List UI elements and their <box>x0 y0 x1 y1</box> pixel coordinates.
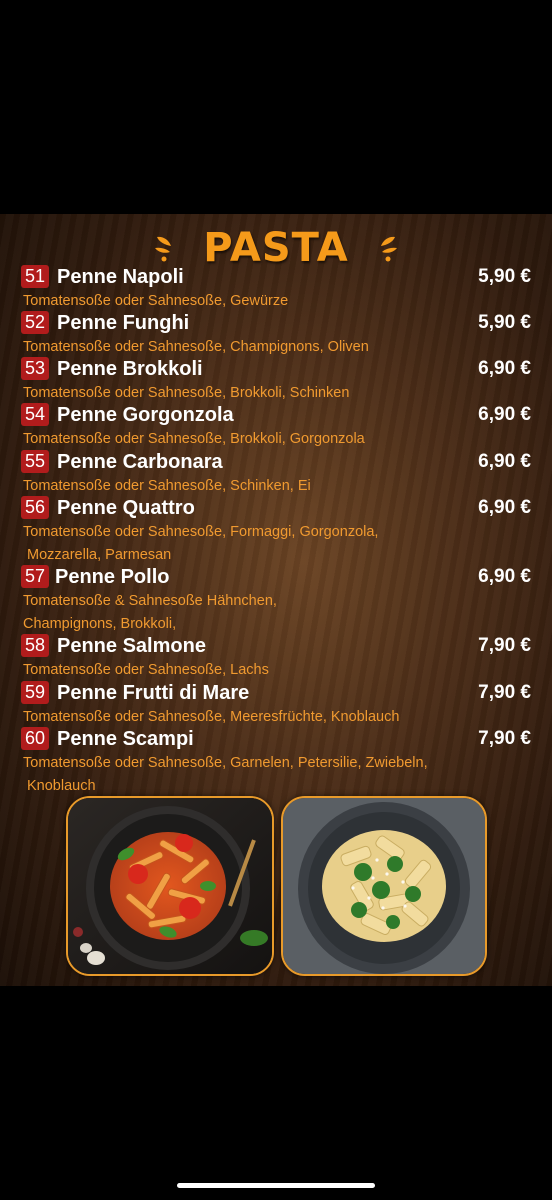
item-name: Penne Funghi <box>57 312 190 334</box>
item-description: Knoblauch <box>27 778 96 794</box>
item-price: 5,90 € <box>478 266 531 287</box>
item-name: Penne Scampi <box>57 728 194 750</box>
item-description: Tomatensoße oder Sahnesoße, Brokkoli, Go… <box>23 431 365 447</box>
menu-item: 53 Penne Brokkoli 6,90 € Tomatensoße ode… <box>0 356 552 405</box>
item-number-badge: 54 <box>21 403 49 426</box>
item-price: 6,90 € <box>478 404 531 425</box>
item-number-badge: 60 <box>21 727 49 750</box>
menu-item: 55 Penne Carbonara 6,90 € Tomatensoße od… <box>0 449 552 498</box>
item-number-badge: 57 <box>21 565 49 588</box>
home-indicator[interactable] <box>177 1183 375 1188</box>
menu-item: 58 Penne Salmone 7,90 € Tomatensoße oder… <box>0 633 552 682</box>
splash-left-icon <box>155 236 172 262</box>
item-price: 6,90 € <box>478 497 531 518</box>
item-number-badge: 52 <box>21 311 49 334</box>
item-description: Tomatensoße & Sahnesoße Hähnchen, <box>23 593 277 609</box>
menu-item: 60 Penne Scampi 7,90 € Tomatensoße oder … <box>0 726 552 798</box>
item-price: 7,90 € <box>478 728 531 749</box>
item-name: Penne Brokkoli <box>57 358 203 380</box>
item-number-badge: 59 <box>21 681 49 704</box>
item-price: 6,90 € <box>478 358 531 379</box>
penne-broccoli-cream-photo <box>281 796 487 976</box>
menu-item: 54 Penne Gorgonzola 6,90 € Tomatensoße o… <box>0 402 552 451</box>
item-name: Penne Napoli <box>57 266 184 288</box>
item-description: Tomatensoße oder Sahnesoße, Garnelen, Pe… <box>23 755 428 771</box>
item-name: Penne Carbonara <box>57 451 223 473</box>
item-price: 6,90 € <box>478 566 531 587</box>
menu-item: 57 Penne Pollo 6,90 € Tomatensoße & Sahn… <box>0 564 552 636</box>
menu-item: 56 Penne Quattro 6,90 € Tomatensoße oder… <box>0 495 552 567</box>
item-name: Penne Salmone <box>57 635 206 657</box>
item-number-badge: 56 <box>21 496 49 519</box>
item-name: Penne Gorgonzola <box>57 404 234 426</box>
item-name: Penne Frutti di Mare <box>57 682 250 704</box>
item-name: Penne Pollo <box>55 566 170 588</box>
item-number-badge: 51 <box>21 265 49 288</box>
menu-item: 52 Penne Funghi 5,90 € Tomatensoße oder … <box>0 310 552 359</box>
item-price: 7,90 € <box>478 682 531 703</box>
item-description: Tomatensoße oder Sahnesoße, Formaggi, Go… <box>23 524 379 540</box>
item-name: Penne Quattro <box>57 497 195 519</box>
item-number-badge: 55 <box>21 450 49 473</box>
item-price: 5,90 € <box>478 312 531 333</box>
splash-right-icon <box>380 236 397 262</box>
penne-tomato-photo <box>66 796 274 976</box>
menu-card: PASTA 51 Penne Napoli 5,90 € Tomatensoße… <box>0 214 552 986</box>
menu-item: 51 Penne Napoli 5,90 € Tomatensoße oder … <box>0 264 552 313</box>
item-description: Tomatensoße oder Sahnesoße, Lachs <box>23 662 269 678</box>
item-number-badge: 58 <box>21 634 49 657</box>
item-number-badge: 53 <box>21 357 49 380</box>
item-price: 7,90 € <box>478 635 531 656</box>
menu-item: 59 Penne Frutti di Mare 7,90 € Tomatenso… <box>0 680 552 729</box>
item-price: 6,90 € <box>478 451 531 472</box>
